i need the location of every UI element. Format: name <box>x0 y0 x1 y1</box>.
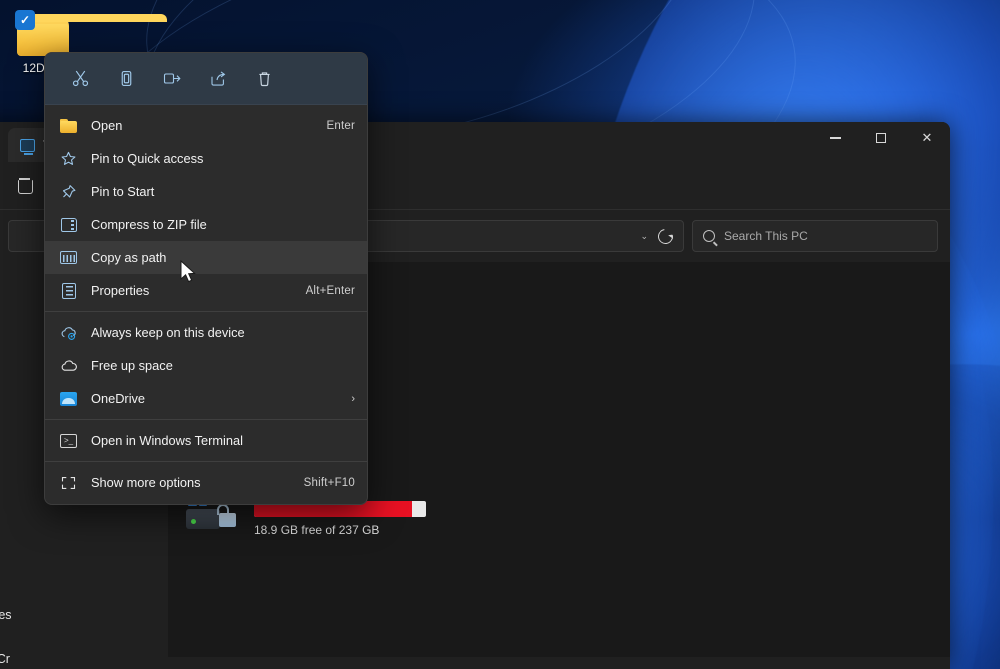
menu-item-label: Compress to ZIP file <box>91 217 207 232</box>
menu-item-label: Copy as path <box>91 250 166 265</box>
menu-item-free-up-space[interactable]: Free up space <box>45 349 367 382</box>
context-menu-items: Open Enter Pin to Quick access Pin to St… <box>45 105 367 504</box>
more-options-icon <box>59 474 78 491</box>
menu-separator <box>45 419 367 420</box>
menu-item-compress-to-zip[interactable]: Compress to ZIP file <box>45 208 367 241</box>
sidebar-item-videos[interactable]: Videos <box>0 556 168 586</box>
sidebar-item-label: Dropbox (Affirma Cr <box>0 652 10 666</box>
menu-item-label: Free up space <box>91 358 173 373</box>
cloud-keep-icon <box>59 324 78 341</box>
menu-item-pin-to-quick-access[interactable]: Pin to Quick access <box>45 142 367 175</box>
menu-item-label: Properties <box>91 283 149 298</box>
menu-item-label: OneDrive <box>91 391 145 406</box>
menu-item-label: Always keep on this device <box>91 325 245 340</box>
chevron-right-icon[interactable]: › <box>351 393 355 405</box>
window-controls: ✕ <box>812 122 950 154</box>
properties-icon <box>59 282 78 299</box>
onedrive-sync-badge-icon: ✓ <box>15 10 35 30</box>
menu-item-properties[interactable]: Properties Alt+Enter <box>45 274 367 307</box>
menu-item-onedrive[interactable]: OneDrive › <box>45 382 367 415</box>
menu-item-shortcut: Alt+Enter <box>306 285 355 297</box>
rename-icon[interactable] <box>155 63 189 95</box>
menu-item-shortcut: Shift+F10 <box>304 477 355 489</box>
menu-item-shortcut: Enter <box>327 120 356 132</box>
search-icon <box>703 230 715 242</box>
cut-icon[interactable] <box>63 63 97 95</box>
star-icon <box>59 150 78 167</box>
mouse-cursor <box>180 260 197 290</box>
share-icon[interactable] <box>201 63 235 95</box>
search-input[interactable]: Search This PC <box>692 220 938 252</box>
sidebar-item-dropbox[interactable]: › ❖ Dropbox (Affirma Cr <box>0 644 168 669</box>
menu-item-label: Open in Windows Terminal <box>91 433 243 448</box>
menu-item-always-keep-on-this-device[interactable]: Always keep on this device <box>45 316 367 349</box>
sidebar-item-creative-cloud-files[interactable]: › Creative Cloud Files <box>0 600 168 630</box>
minimize-button[interactable] <box>812 122 858 154</box>
delete-button[interactable] <box>8 170 41 202</box>
copy-icon[interactable] <box>109 63 143 95</box>
zip-icon <box>59 216 78 233</box>
trash-icon <box>18 178 31 193</box>
search-placeholder: Search This PC <box>724 229 808 243</box>
menu-item-label: Open <box>91 118 122 133</box>
delete-icon[interactable] <box>247 63 281 95</box>
menu-item-show-more-options[interactable]: Show more options Shift+F10 <box>45 466 367 499</box>
onedrive-icon <box>59 390 78 407</box>
folder-icon <box>59 117 78 134</box>
folder-icon: ✓ <box>17 14 69 56</box>
menu-item-label: Pin to Start <box>91 184 154 199</box>
chevron-down-icon[interactable]: ⌄ <box>640 231 648 242</box>
menu-separator <box>45 461 367 462</box>
menu-item-open-in-windows-terminal[interactable]: >_ Open in Windows Terminal <box>45 424 367 457</box>
this-pc-icon <box>20 139 35 152</box>
path-icon <box>59 249 78 266</box>
menu-item-open[interactable]: Open Enter <box>45 109 367 142</box>
pin-icon <box>59 183 78 200</box>
refresh-icon[interactable] <box>655 226 676 247</box>
menu-item-label: Show more options <box>91 475 201 490</box>
drive-free-space: 18.9 GB free of 237 GB <box>254 523 426 537</box>
menu-item-copy-as-path[interactable]: Copy as path <box>45 241 367 274</box>
maximize-button[interactable] <box>858 122 904 154</box>
terminal-icon: >_ <box>59 432 78 449</box>
menu-separator <box>45 311 367 312</box>
sidebar-item-label: Creative Cloud Files <box>0 608 12 622</box>
context-menu-action-bar <box>45 53 367 105</box>
sidebar-item-5-ame[interactable]: 5_AME <box>0 526 168 556</box>
menu-item-pin-to-start[interactable]: Pin to Start <box>45 175 367 208</box>
menu-item-label: Pin to Quick access <box>91 151 203 166</box>
cloud-icon <box>59 357 78 374</box>
context-menu: Open Enter Pin to Quick access Pin to St… <box>44 52 368 505</box>
close-button[interactable]: ✕ <box>904 122 950 154</box>
